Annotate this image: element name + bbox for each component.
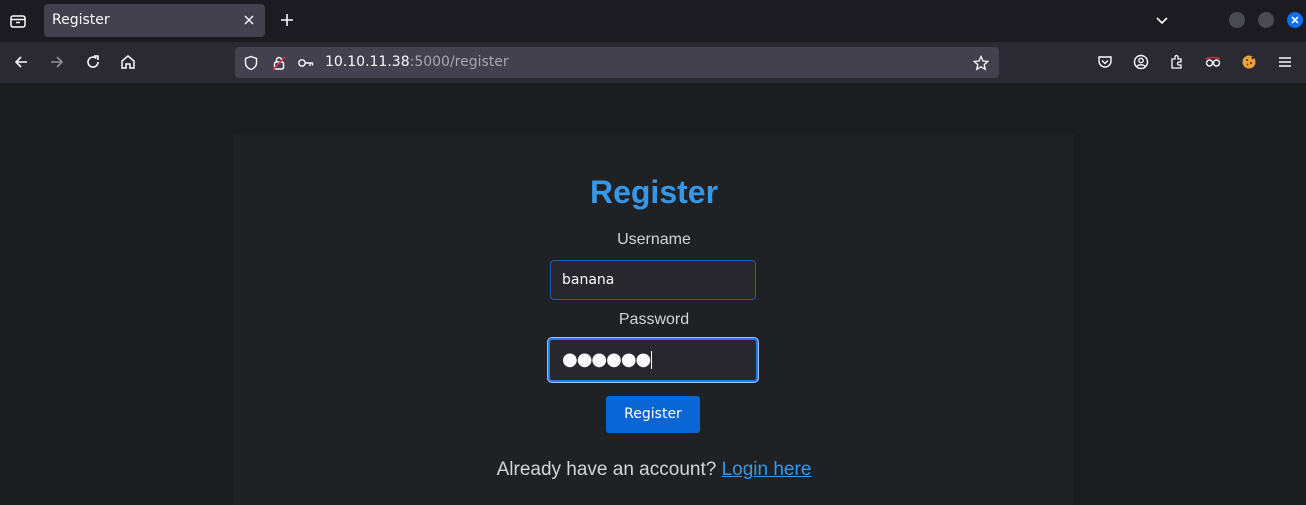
chevron-down-icon[interactable] bbox=[1152, 10, 1172, 30]
username-label: Username bbox=[617, 231, 691, 248]
url-path: :5000/register bbox=[409, 54, 509, 70]
key-icon[interactable] bbox=[297, 54, 315, 72]
password-label: Password bbox=[618, 311, 690, 328]
url-host: 10.10.11.38 bbox=[325, 54, 410, 70]
login-link[interactable]: Login here bbox=[722, 459, 812, 480]
login-prompt: Already have an account? Login here bbox=[234, 459, 1074, 481]
tab-title: Register bbox=[52, 12, 110, 28]
shield-icon[interactable] bbox=[242, 54, 260, 72]
extension-cookie-icon[interactable] bbox=[1237, 50, 1261, 74]
password-value: ●●●●●● bbox=[562, 349, 651, 370]
extensions-icon[interactable] bbox=[1165, 50, 1189, 74]
navigation-toolbar: 10.10.11.38:5000/register bbox=[0, 42, 1306, 83]
pocket-icon[interactable] bbox=[1093, 50, 1117, 74]
close-icon[interactable] bbox=[241, 12, 257, 28]
tab-bar: Register bbox=[0, 0, 1306, 42]
extension-glasses-icon[interactable] bbox=[1201, 50, 1225, 74]
browser-tab[interactable]: Register bbox=[44, 4, 265, 37]
account-icon[interactable] bbox=[1129, 50, 1153, 74]
username-input[interactable]: banana bbox=[550, 260, 756, 300]
login-prompt-text: Already have an account? bbox=[496, 459, 717, 480]
register-button[interactable]: Register bbox=[606, 396, 700, 433]
username-value: banana bbox=[562, 272, 615, 288]
page-content: Register Username banana Password ●●●●●●… bbox=[0, 83, 1306, 505]
url-bar[interactable]: 10.10.11.38:5000/register bbox=[235, 47, 999, 78]
password-input[interactable]: ●●●●●● bbox=[548, 338, 758, 382]
url-text[interactable]: 10.10.11.38:5000/register bbox=[325, 54, 509, 70]
minimize-button[interactable] bbox=[1229, 12, 1245, 28]
forward-icon[interactable] bbox=[45, 50, 69, 74]
new-tab-icon[interactable] bbox=[276, 9, 298, 31]
tab-list-icon[interactable] bbox=[6, 9, 30, 33]
reload-icon[interactable] bbox=[81, 50, 105, 74]
home-icon[interactable] bbox=[116, 50, 140, 74]
insecure-lock-icon[interactable] bbox=[270, 54, 288, 72]
window-close-button[interactable] bbox=[1287, 12, 1303, 28]
text-caret bbox=[651, 351, 653, 369]
register-card: Register Username banana Password ●●●●●●… bbox=[234, 134, 1074, 505]
back-icon[interactable] bbox=[9, 50, 33, 74]
bookmark-star-icon[interactable] bbox=[971, 53, 991, 73]
page-title: Register bbox=[589, 174, 719, 210]
menu-icon[interactable] bbox=[1273, 50, 1297, 74]
maximize-button[interactable] bbox=[1258, 12, 1274, 28]
